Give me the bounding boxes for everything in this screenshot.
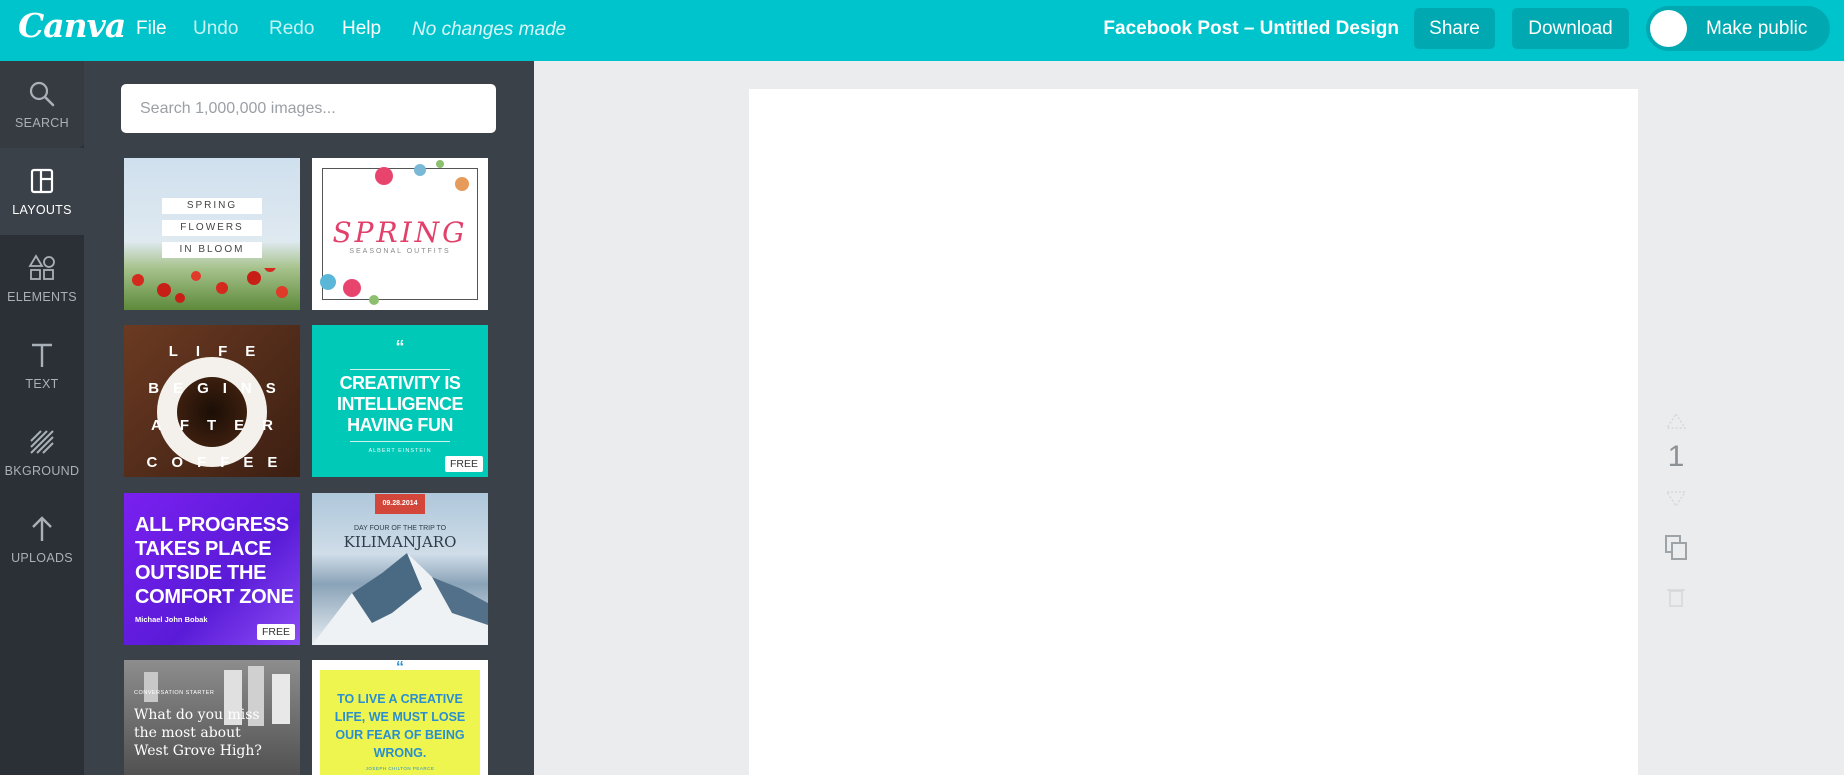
page-number: 1 xyxy=(1667,440,1685,473)
sidebar-item-uploads[interactable]: UPLOADS xyxy=(0,496,84,583)
thumbnail-text: TO LIVE A CREATIVE LIFE, WE MUST LOSE OU… xyxy=(334,692,466,760)
thumbnail-author: Michael John Bobak xyxy=(135,615,208,624)
menu-file[interactable]: File xyxy=(136,19,167,39)
sidebar-item-label: LAYOUTS xyxy=(12,203,72,217)
mountain-image xyxy=(312,553,488,645)
poppies-image xyxy=(132,268,288,303)
sidebar-item-label: BKGROUND xyxy=(4,464,80,478)
upload-icon xyxy=(32,516,52,541)
quote-mark: “ xyxy=(395,337,405,357)
menu-undo[interactable]: Undo xyxy=(193,19,238,39)
toggle-knob xyxy=(1650,10,1687,47)
thumbnail-text: What do you miss the most about West Gro… xyxy=(134,707,262,759)
make-public-toggle[interactable]: Make public xyxy=(1646,6,1830,51)
download-button[interactable]: Download xyxy=(1512,8,1629,49)
menu-help[interactable]: Help xyxy=(342,19,381,39)
text-icon xyxy=(32,343,52,367)
sidebar-item-label: UPLOADS xyxy=(11,551,73,565)
document-title[interactable]: Facebook Post – Untitled Design xyxy=(1103,18,1399,40)
layout-thumbnail[interactable]: SPRING SEASONAL OUTFITS xyxy=(312,158,488,310)
sidebar-item-text[interactable]: TEXT xyxy=(0,322,84,409)
thumbnail-text: KILIMANJARO xyxy=(343,533,457,551)
sidebar-item-elements[interactable]: ELEMENTS xyxy=(0,235,84,322)
canva-logo[interactable]: Canva xyxy=(18,6,126,45)
sidebar-item-background[interactable]: BKGROUND xyxy=(0,409,84,496)
top-bar: Canva File Undo Redo Help No changes mad… xyxy=(0,0,1844,61)
image-search-input[interactable] xyxy=(121,84,496,133)
move-page-down-icon[interactable] xyxy=(1652,490,1700,508)
elements-icon xyxy=(28,254,55,280)
share-button[interactable]: Share xyxy=(1414,8,1495,49)
layout-thumbnail[interactable]: CONVERSATION STARTER What do you miss th… xyxy=(124,660,300,775)
layout-thumbnail[interactable]: LIFE BEGINS AFTER COFFEE xyxy=(124,325,300,477)
design-workspace xyxy=(534,61,1844,775)
page-controls: 1 xyxy=(1652,410,1700,610)
sidebar-item-label: TEXT xyxy=(25,377,59,391)
copy-page-icon[interactable] xyxy=(1652,534,1700,562)
date-label: 09.28.2014 xyxy=(375,494,425,514)
floral-decoration xyxy=(320,160,469,305)
sidebar-item-label: ELEMENTS xyxy=(7,290,77,304)
layouts-panel: SPRING FLOWERS IN BLOOM SPRING SEASONAL … xyxy=(84,61,534,775)
background-icon xyxy=(30,430,54,454)
thumbnail-text: ALL PROGRESS TAKES PLACE OUTSIDE THE COM… xyxy=(135,514,294,608)
save-status: No changes made xyxy=(412,19,567,40)
thumbnail-text: LIFE BEGINS AFTER COFFEE xyxy=(146,343,278,471)
layout-thumbnail[interactable]: “ TO LIVE A CREATIVE LIFE, WE MUST LOSE … xyxy=(312,660,488,775)
move-page-up-icon[interactable] xyxy=(1652,412,1700,430)
quote-mark: “ xyxy=(396,660,404,676)
make-public-label: Make public xyxy=(1706,18,1808,39)
delete-page-icon[interactable] xyxy=(1652,586,1700,608)
menu-redo[interactable]: Redo xyxy=(269,19,314,39)
free-badge: FREE xyxy=(444,456,483,472)
design-page[interactable] xyxy=(749,89,1638,775)
thumbnail-author: JOSEPH CHILTON PEARCE xyxy=(365,766,435,771)
search-icon xyxy=(29,81,55,107)
layout-thumbnail[interactable]: SPRING FLOWERS IN BLOOM xyxy=(124,158,300,310)
layout-thumbnail[interactable]: ALL PROGRESS TAKES PLACE OUTSIDE THE COM… xyxy=(124,493,300,645)
layouts-icon xyxy=(30,168,54,194)
thumbnail-text: CREATIVITY IS INTELLIGENCE HAVING FUN xyxy=(336,373,464,435)
layout-thumbnail[interactable]: 09.28.2014 DAY FOUR OF THE TRIP TO KILIM… xyxy=(312,493,488,645)
sidebar-item-layouts[interactable]: LAYOUTS xyxy=(0,148,84,235)
thumbnail-text: DAY FOUR OF THE TRIP TO xyxy=(353,525,447,532)
thumbnail-text: SPRING FLOWERS IN BLOOM xyxy=(162,198,262,258)
sidebar-item-search[interactable]: SEARCH xyxy=(0,61,84,148)
sidebar-item-label: SEARCH xyxy=(15,116,69,130)
layout-thumbnail[interactable]: “ CREATIVITY IS INTELLIGENCE HAVING FUN … xyxy=(312,325,488,477)
thumbnail-author: ALBERT EINSTEIN xyxy=(368,448,432,454)
sidebar: SEARCH LAYOUTS ELEMENTS TEXT BKGROUND UP… xyxy=(0,61,84,775)
thumbnail-kicker: CONVERSATION STARTER xyxy=(134,690,215,696)
free-badge: FREE xyxy=(256,624,295,640)
